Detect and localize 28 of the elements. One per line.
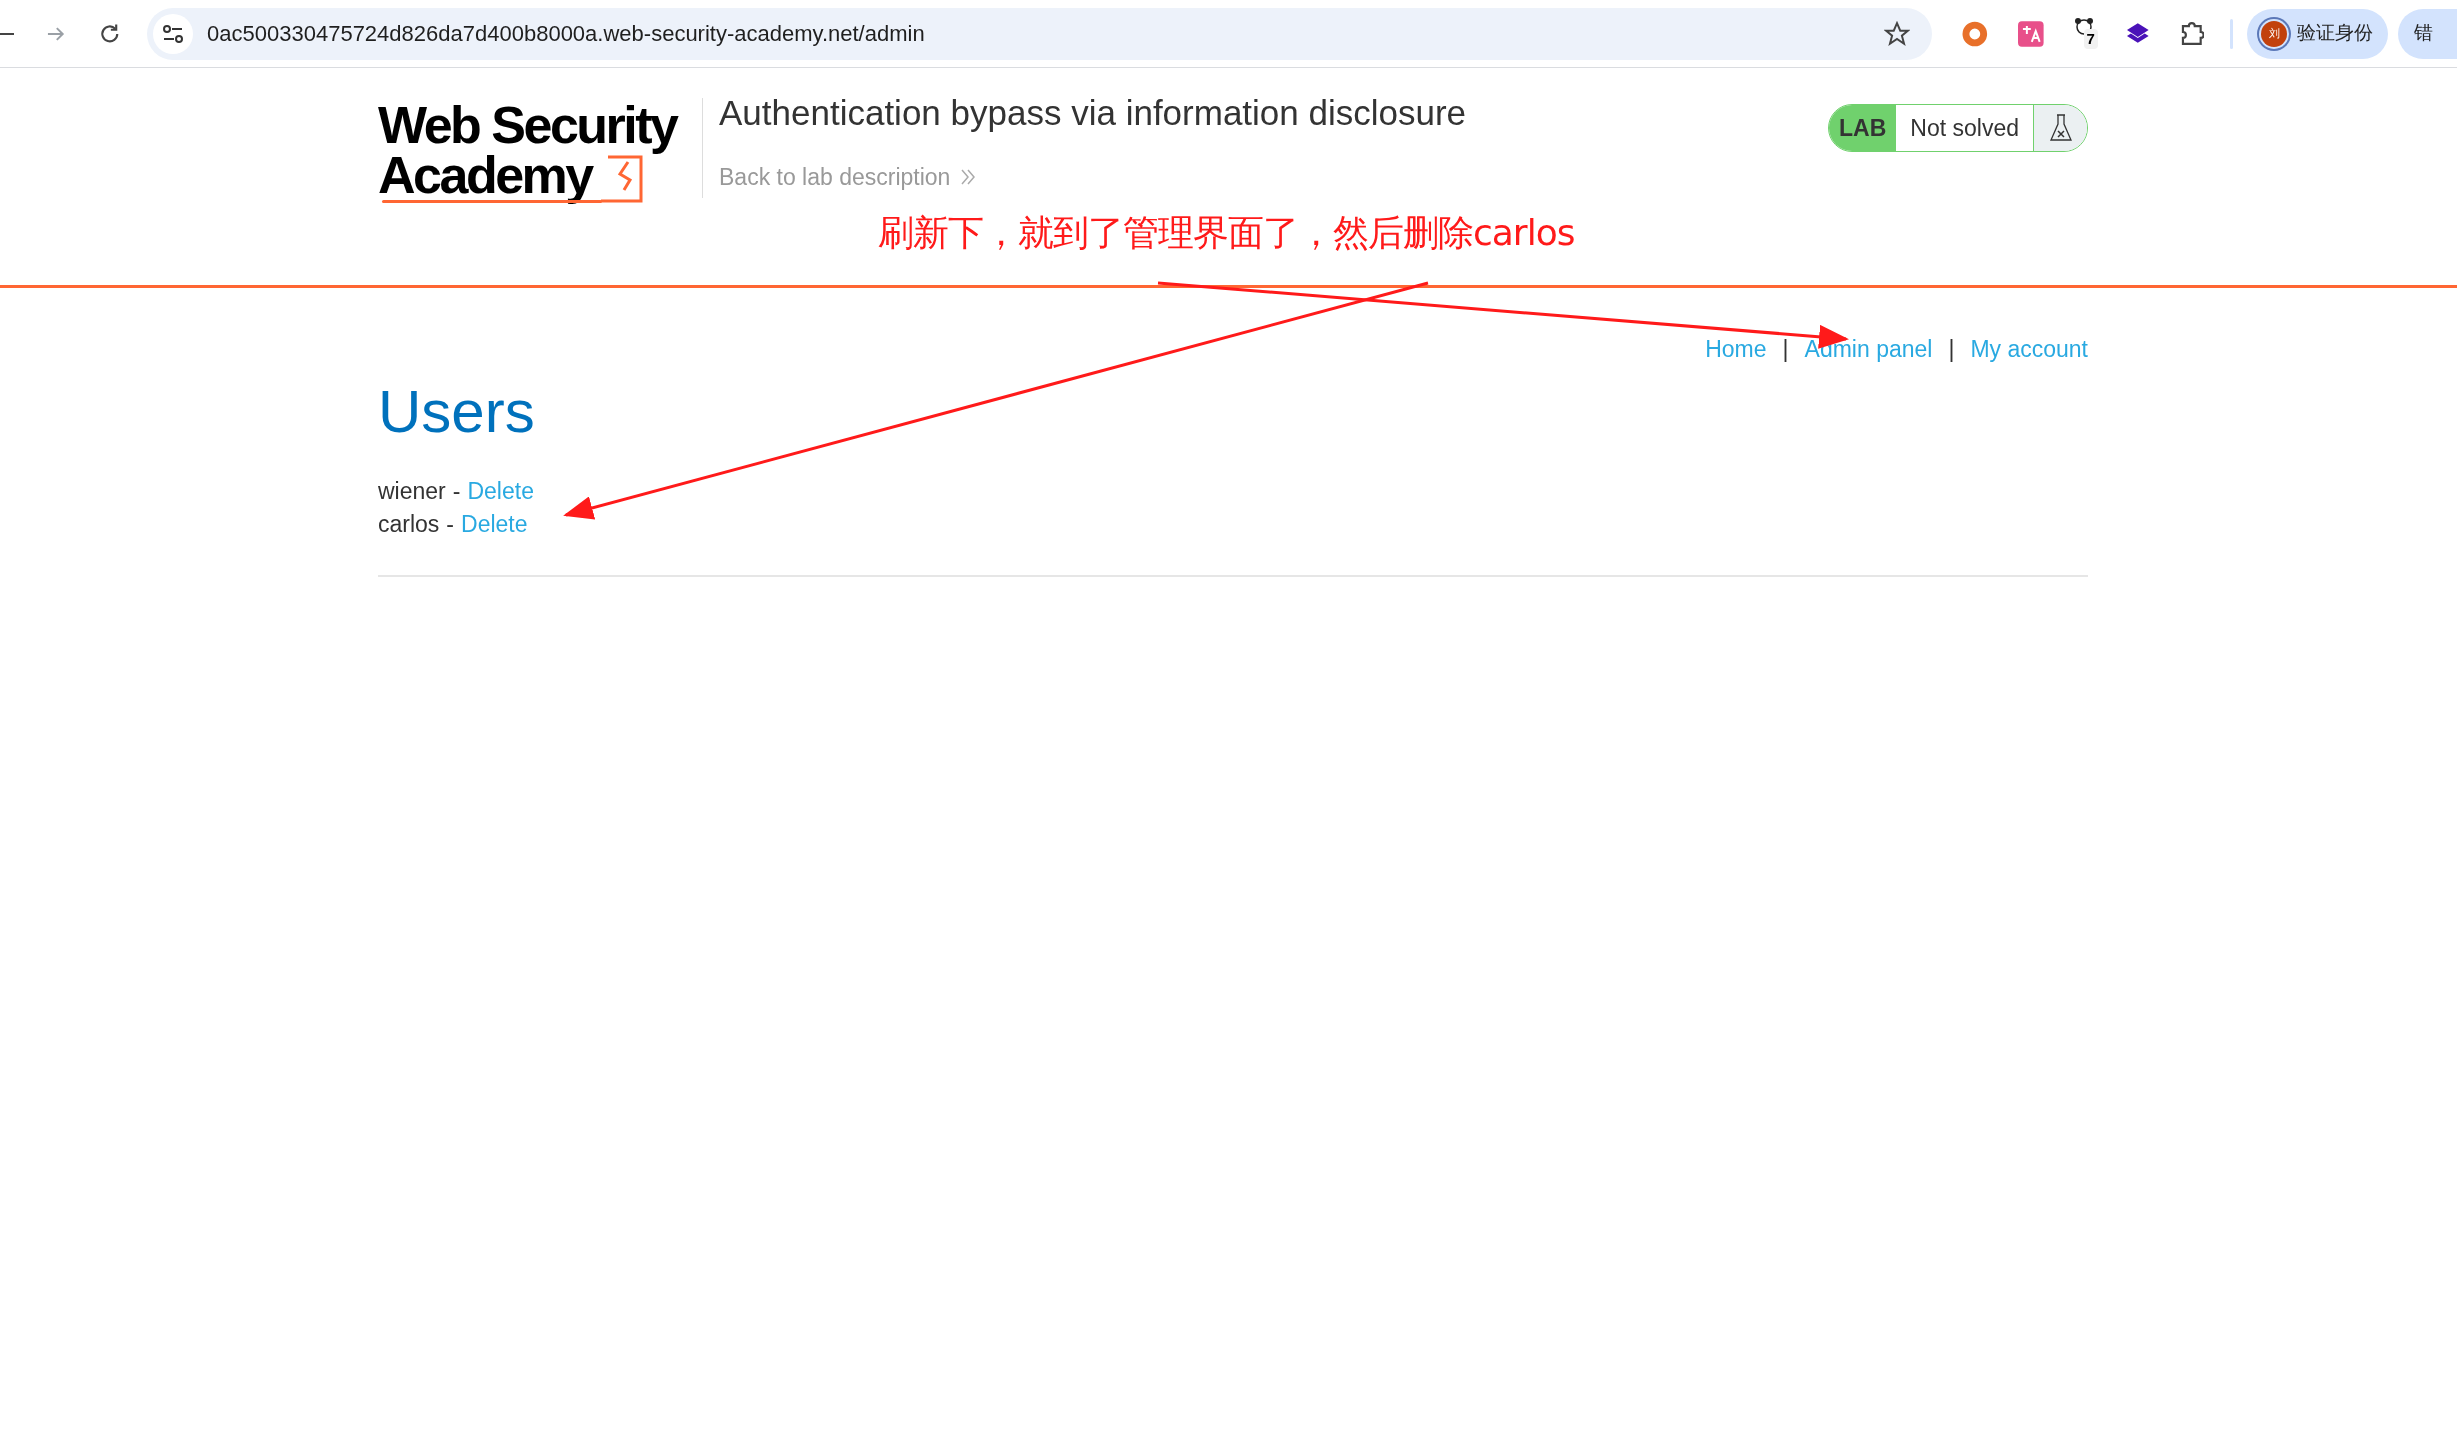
delete-link[interactable]: Delete [461,507,528,541]
nav-link[interactable]: My account [1970,332,2088,367]
lab-title: Authentication bypass via information disclosure [719,92,1467,134]
ring-extension-icon[interactable] [1962,20,1988,47]
address-bar[interactable]: 0ac500330475724d826da7d400b8000a.web-security-academy.net/admin [147,7,1933,60]
flask-icon[interactable] [2048,113,2073,143]
nav-separator: | [1782,335,1789,364]
extension-badge: 7 [2083,28,2098,49]
delete-link[interactable]: Delete [467,474,534,508]
user-name: wiener [378,476,446,506]
dash-text: - [452,476,461,506]
profile-button[interactable]: 刘 验证身份 [2247,8,2388,59]
translate-extension-icon[interactable] [2017,20,2044,47]
dash-text: - [446,509,455,539]
error-button[interactable]: 错 [2397,8,2457,59]
profile-avatar: 刘 [2261,20,2288,47]
bookmark-star-icon[interactable] [1884,20,1911,47]
users-heading: Users [378,376,536,447]
site-settings-icon[interactable] [162,23,185,44]
nav-separator: | [1948,335,1955,364]
academy-logo[interactable]: Web Security Academy [378,98,678,208]
url-text: 0ac500330475724d826da7d400b8000a.web-security-academy.net/admin [207,20,925,48]
nav-link[interactable]: Home [1705,332,1767,367]
user-name: carlos [378,509,440,539]
back-to-lab-link[interactable]: Back to lab description [719,160,1467,195]
lab-status-badge: LAB Not solved [1828,104,2088,152]
annotation-text: 刷新下，就到了管理界面了，然后删除carlos [878,211,1575,255]
double-chevron-icon [960,168,977,187]
